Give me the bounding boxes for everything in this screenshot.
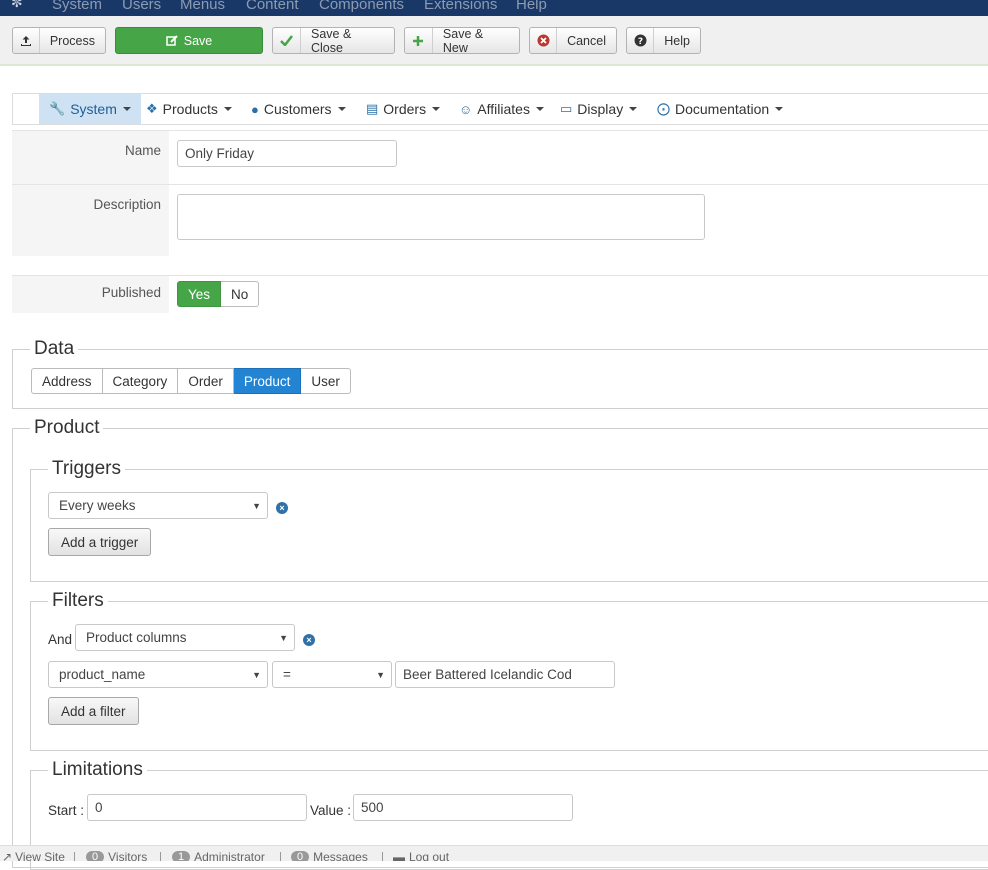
filters-legend: Filters: [48, 590, 108, 612]
filter-type-select[interactable]: Product columns ▼: [75, 624, 295, 651]
monitor-icon: ▭: [560, 101, 573, 116]
menu-components[interactable]: Components: [319, 0, 404, 13]
data-tab-order[interactable]: Order: [178, 368, 234, 394]
filter-column-select[interactable]: product_name ▼: [48, 661, 268, 688]
plus-icon: [405, 28, 433, 53]
submenu-affiliates[interactable]: ☺ Affiliates: [449, 94, 554, 124]
value-input[interactable]: 500: [353, 794, 573, 821]
users-icon: ☺: [459, 101, 473, 117]
save-button[interactable]: Save: [115, 27, 263, 54]
submenu-system[interactable]: 🔧 System: [39, 94, 141, 124]
messages-status[interactable]: 0 Messages: [291, 850, 368, 861]
data-tabs: Address Category Order Product User: [31, 368, 351, 394]
data-tab-address[interactable]: Address: [31, 368, 103, 394]
published-toggle: Yes No: [177, 281, 260, 307]
select-arrow-icon: ▼: [252, 670, 261, 680]
status-bar: ↗ View Site 0 Visitors 1 Administrator 0…: [0, 845, 988, 861]
messages-badge: 0: [291, 851, 310, 861]
cubes-icon: ❖: [146, 101, 158, 116]
add-filter-button[interactable]: Add a filter: [48, 697, 139, 725]
filter-operator-select[interactable]: = ▼: [272, 661, 392, 688]
menu-system[interactable]: System: [52, 0, 102, 13]
toolbar: Process Save Save & Close Save & New Can…: [0, 16, 988, 66]
status-separator: [280, 852, 281, 861]
logout-link[interactable]: ▬ Log out: [393, 850, 449, 861]
upload-icon: [13, 28, 40, 53]
data-tab-user[interactable]: User: [301, 368, 351, 394]
name-input[interactable]: Only Friday: [177, 140, 397, 167]
component-submenu: 🔧 System ❖ Products ● Customers ▤ Orders…: [12, 93, 988, 125]
cancel-button[interactable]: Cancel: [529, 27, 617, 54]
external-link-icon: ↗: [2, 850, 13, 861]
select-arrow-icon: ▼: [376, 670, 385, 680]
edit-icon: [166, 28, 184, 53]
save-new-button[interactable]: Save & New: [404, 27, 520, 55]
menu-users[interactable]: Users: [122, 0, 161, 13]
data-tab-category[interactable]: Category: [102, 368, 179, 394]
question-icon: ?: [627, 28, 655, 53]
submenu-customers[interactable]: ● Customers: [241, 94, 356, 124]
joomla-logo-icon[interactable]: ✼: [11, 0, 23, 11]
status-separator: [74, 852, 75, 861]
name-row: Name Only Friday: [12, 130, 988, 184]
data-legend: Data: [30, 338, 79, 360]
minus-icon: ▬: [393, 850, 405, 861]
description-row: Description: [12, 184, 988, 256]
save-close-button[interactable]: Save & Close: [272, 27, 395, 55]
name-label: Name: [12, 131, 169, 184]
administrator-status[interactable]: 1 Administrator: [172, 850, 265, 861]
menu-extensions[interactable]: Extensions: [424, 0, 497, 13]
cancel-circle-icon: [530, 28, 558, 53]
remove-filter-icon[interactable]: ×: [303, 634, 315, 646]
user-icon: ●: [251, 101, 259, 117]
wrench-icon: 🔧: [49, 101, 66, 116]
svg-text:?: ?: [638, 37, 643, 47]
visitors-badge: 0: [86, 851, 105, 861]
remove-trigger-icon[interactable]: ×: [276, 502, 288, 514]
value-label: Value :: [310, 803, 352, 818]
menu-menus[interactable]: Menus: [180, 0, 225, 13]
help-button[interactable]: ? Help: [626, 27, 701, 54]
start-label: Start :: [48, 803, 85, 818]
start-input[interactable]: 0: [87, 794, 307, 821]
trigger-select[interactable]: Every weeks ▼: [48, 492, 268, 519]
limitations-legend: Limitations: [48, 759, 147, 781]
description-textarea[interactable]: [177, 194, 705, 240]
data-tab-product[interactable]: Product: [233, 368, 302, 394]
published-label: Published: [12, 276, 169, 313]
card-icon: ▤: [366, 101, 379, 116]
admin-badge: 1: [172, 851, 191, 861]
published-no-button[interactable]: No: [221, 281, 260, 307]
menu-help[interactable]: Help: [516, 0, 547, 13]
product-legend: Product: [30, 417, 104, 439]
submenu-documentation[interactable]: ⨀ Documentation: [647, 94, 793, 124]
add-trigger-button[interactable]: Add a trigger: [48, 528, 152, 556]
view-site-link[interactable]: ↗ View Site: [2, 850, 65, 861]
published-yes-button[interactable]: Yes: [177, 281, 222, 307]
and-label: And: [48, 632, 73, 647]
submenu-display[interactable]: ▭ Display: [550, 94, 647, 124]
submenu-orders[interactable]: ▤ Orders: [356, 94, 450, 124]
lifebuoy-icon: ⨀: [657, 101, 670, 116]
triggers-fieldset: Triggers Every weeks ▼ × Add a trigger: [30, 458, 988, 582]
published-row: Published Yes No: [12, 275, 988, 313]
select-arrow-icon: ▼: [252, 501, 261, 511]
select-arrow-icon: ▼: [279, 633, 288, 643]
filters-fieldset: Filters And Product columns ▼ × product_…: [30, 590, 988, 751]
visitors-status: 0 Visitors: [86, 850, 147, 861]
process-button[interactable]: Process: [12, 27, 106, 54]
check-icon: [273, 28, 301, 53]
admin-menu-bar: ✼ System Users Menus Content Components …: [0, 0, 988, 16]
triggers-legend: Triggers: [48, 458, 125, 480]
submenu-products[interactable]: ❖ Products: [136, 94, 242, 124]
menu-content[interactable]: Content: [246, 0, 299, 13]
filter-value-input[interactable]: Beer Battered Icelandic Cod: [395, 661, 615, 688]
data-fieldset: Data Address Category Order Product User: [12, 338, 988, 409]
description-label: Description: [12, 185, 169, 256]
status-separator: [382, 852, 383, 861]
status-separator: [160, 852, 161, 861]
